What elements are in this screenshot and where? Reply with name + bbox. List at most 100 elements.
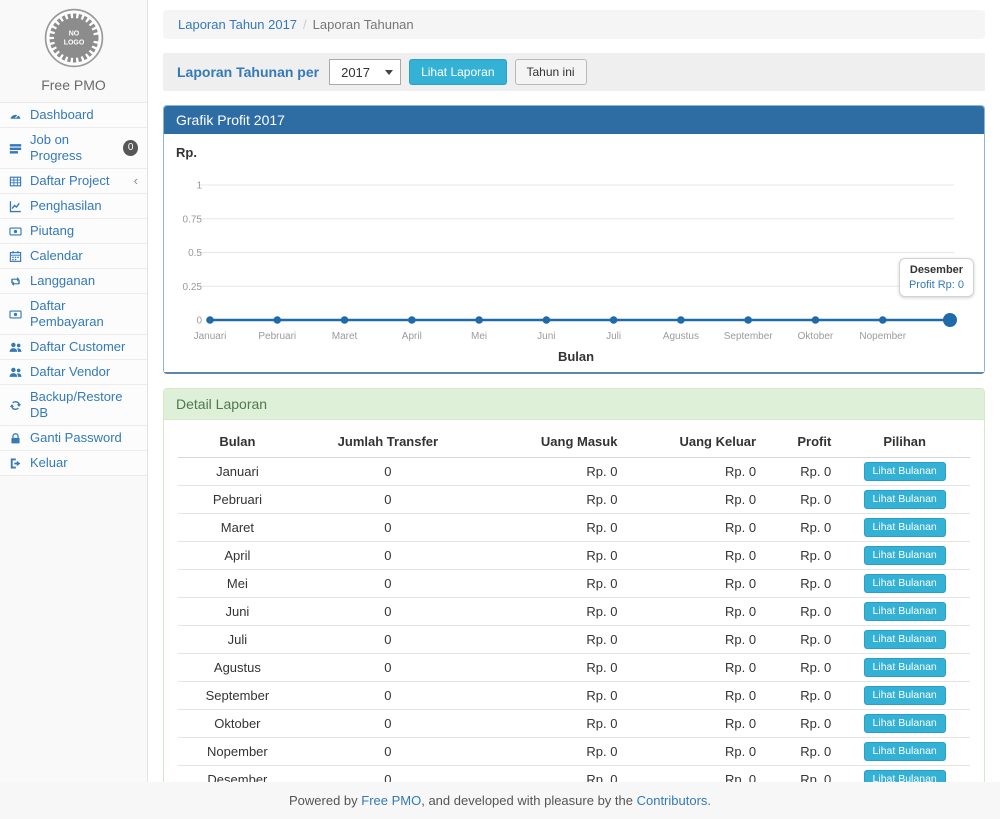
logo-text-line1: NO — [68, 31, 79, 38]
chart-point-agustus[interactable] — [677, 316, 685, 324]
breadcrumb-link[interactable]: Laporan Tahun 2017 — [178, 17, 297, 32]
col-header-pilihan: Pilihan — [839, 426, 970, 458]
cell-jumlah-transfer: 0 — [297, 542, 479, 570]
lihat-bulanan-button[interactable]: Lihat Bulanan — [864, 742, 946, 761]
tooltip-value: Profit Rp: 0 — [909, 279, 964, 291]
chart-point-maret[interactable] — [341, 316, 349, 324]
cell-jumlah-transfer: 0 — [297, 598, 479, 626]
cell-profit: Rp. 0 — [764, 458, 839, 486]
table-row: Juni0Rp. 0Rp. 0Rp. 0Lihat Bulanan — [178, 598, 970, 626]
chart-point-mei[interactable] — [475, 316, 483, 324]
sidebar-item-daftar-pembayaran[interactable]: Daftar Pembayaran — [0, 294, 147, 335]
cell-uang-keluar: Rp. 0 — [625, 710, 764, 738]
cell-uang-keluar: Rp. 0 — [625, 682, 764, 710]
tahun-ini-button[interactable]: Tahun ini — [515, 59, 587, 85]
col-header-bulan: Bulan — [178, 426, 297, 458]
svg-text:Rp.: Rp. — [176, 145, 197, 160]
col-header-jumlah-transfer: Jumlah Transfer — [297, 426, 479, 458]
sign-out-icon — [9, 457, 23, 470]
footer-text-middle: , and developed with pleasure by the — [421, 793, 636, 808]
sidebar-item-label: Penghasilan — [30, 198, 102, 214]
chart-point-september[interactable] — [744, 316, 752, 324]
svg-text:Mei: Mei — [471, 331, 487, 342]
cell-jumlah-transfer: 0 — [297, 738, 479, 766]
svg-text:1: 1 — [196, 181, 202, 192]
cell-pilihan: Lihat Bulanan — [839, 682, 970, 710]
cell-uang-keluar: Rp. 0 — [625, 514, 764, 542]
sidebar-item-langganan[interactable]: Langganan — [0, 269, 147, 294]
sidebar-item-penghasilan[interactable]: Penghasilan — [0, 194, 147, 219]
cell-bulan: Nopember — [178, 738, 297, 766]
sidebar-item-dashboard[interactable]: Dashboard — [0, 103, 147, 128]
sidebar-item-job-on-progress[interactable]: Job on Progress0 — [0, 128, 147, 169]
cell-pilihan: Lihat Bulanan — [839, 738, 970, 766]
lihat-bulanan-button[interactable]: Lihat Bulanan — [864, 714, 946, 733]
cell-profit: Rp. 0 — [764, 514, 839, 542]
chart-point-juni[interactable] — [543, 316, 551, 324]
cell-uang-masuk: Rp. 0 — [479, 598, 626, 626]
lihat-bulanan-button[interactable]: Lihat Bulanan — [864, 686, 946, 705]
chart-point-nopember[interactable] — [879, 316, 887, 324]
svg-text:0.5: 0.5 — [188, 248, 202, 259]
lihat-laporan-button[interactable]: Lihat Laporan — [409, 59, 506, 85]
cell-bulan: Pebruari — [178, 486, 297, 514]
report-table-head: Bulan Jumlah Transfer Uang Masuk Uang Ke… — [178, 426, 970, 458]
lihat-bulanan-button[interactable]: Lihat Bulanan — [864, 574, 946, 593]
cell-bulan: Juli — [178, 626, 297, 654]
sidebar-item-backup-restore-db[interactable]: Backup/Restore DB — [0, 385, 147, 426]
chart-point-januari[interactable] — [206, 316, 214, 324]
sidebar-item-label: Daftar Vendor — [30, 364, 110, 380]
cell-pilihan: Lihat Bulanan — [839, 654, 970, 682]
chart-tooltip: Desember Profit Rp: 0 — [899, 258, 974, 297]
chart-point-juli[interactable] — [610, 316, 618, 324]
table-row: Oktober0Rp. 0Rp. 0Rp. 0Lihat Bulanan — [178, 710, 970, 738]
lihat-bulanan-button[interactable]: Lihat Bulanan — [864, 658, 946, 677]
sidebar-item-calendar[interactable]: Calendar — [0, 244, 147, 269]
svg-text:0.75: 0.75 — [183, 214, 203, 225]
cell-uang-masuk: Rp. 0 — [479, 626, 626, 654]
caret-down-icon — [385, 70, 393, 75]
table-row: Mei0Rp. 0Rp. 0Rp. 0Lihat Bulanan — [178, 570, 970, 598]
footer-link-contributors[interactable]: Contributors. — [637, 793, 711, 808]
line-chart-icon — [9, 200, 23, 213]
chart-point-april[interactable] — [408, 316, 416, 324]
lihat-bulanan-button[interactable]: Lihat Bulanan — [864, 490, 946, 509]
sidebar-item-keluar[interactable]: Keluar — [0, 451, 147, 476]
sidebar-item-ganti-password[interactable]: Ganti Password — [0, 426, 147, 451]
year-select[interactable]: 2017 — [329, 59, 401, 85]
cell-uang-keluar: Rp. 0 — [625, 486, 764, 514]
cell-profit: Rp. 0 — [764, 682, 839, 710]
sidebar-item-daftar-customer[interactable]: Daftar Customer — [0, 335, 147, 360]
cell-jumlah-transfer: 0 — [297, 654, 479, 682]
lihat-bulanan-button[interactable]: Lihat Bulanan — [864, 518, 946, 537]
svg-text:Januari: Januari — [194, 331, 227, 342]
chart-point-oktober[interactable] — [812, 316, 820, 324]
lihat-bulanan-button[interactable]: Lihat Bulanan — [864, 602, 946, 621]
footer-link-free-pmo[interactable]: Free PMO — [361, 793, 421, 808]
chart-point-pebruari[interactable] — [273, 316, 281, 324]
sidebar-item-piutang[interactable]: Piutang — [0, 219, 147, 244]
lihat-bulanan-button[interactable]: Lihat Bulanan — [864, 546, 946, 565]
cell-pilihan: Lihat Bulanan — [839, 458, 970, 486]
lihat-bulanan-button[interactable]: Lihat Bulanan — [864, 630, 946, 649]
lihat-bulanan-button[interactable]: Lihat Bulanan — [864, 462, 946, 481]
sidebar-item-label: Dashboard — [30, 107, 94, 123]
table-row: Juli0Rp. 0Rp. 0Rp. 0Lihat Bulanan — [178, 626, 970, 654]
no-logo-seal-icon: NO LOGO — [44, 8, 104, 68]
svg-text:Nopember: Nopember — [859, 331, 906, 342]
chart-point-desember[interactable] — [943, 313, 957, 327]
sidebar-item-daftar-vendor[interactable]: Daftar Vendor — [0, 360, 147, 385]
chevron-left-icon: ‹ — [134, 175, 138, 187]
sidebar-item-label: Backup/Restore DB — [30, 389, 138, 421]
refresh-icon — [9, 399, 23, 412]
header-row: Bulan Jumlah Transfer Uang Masuk Uang Ke… — [178, 426, 970, 458]
calendar-icon — [9, 250, 23, 263]
cell-pilihan: Lihat Bulanan — [839, 514, 970, 542]
cell-uang-keluar: Rp. 0 — [625, 654, 764, 682]
breadcrumb-current: Laporan Tahunan — [313, 17, 414, 32]
svg-text:Agustus: Agustus — [663, 331, 699, 342]
cell-uang-masuk: Rp. 0 — [479, 682, 626, 710]
sidebar-item-daftar-project[interactable]: Daftar Project‹ — [0, 169, 147, 194]
cell-bulan: Maret — [178, 514, 297, 542]
breadcrumb: Laporan Tahun 2017/Laporan Tahunan — [163, 10, 985, 39]
